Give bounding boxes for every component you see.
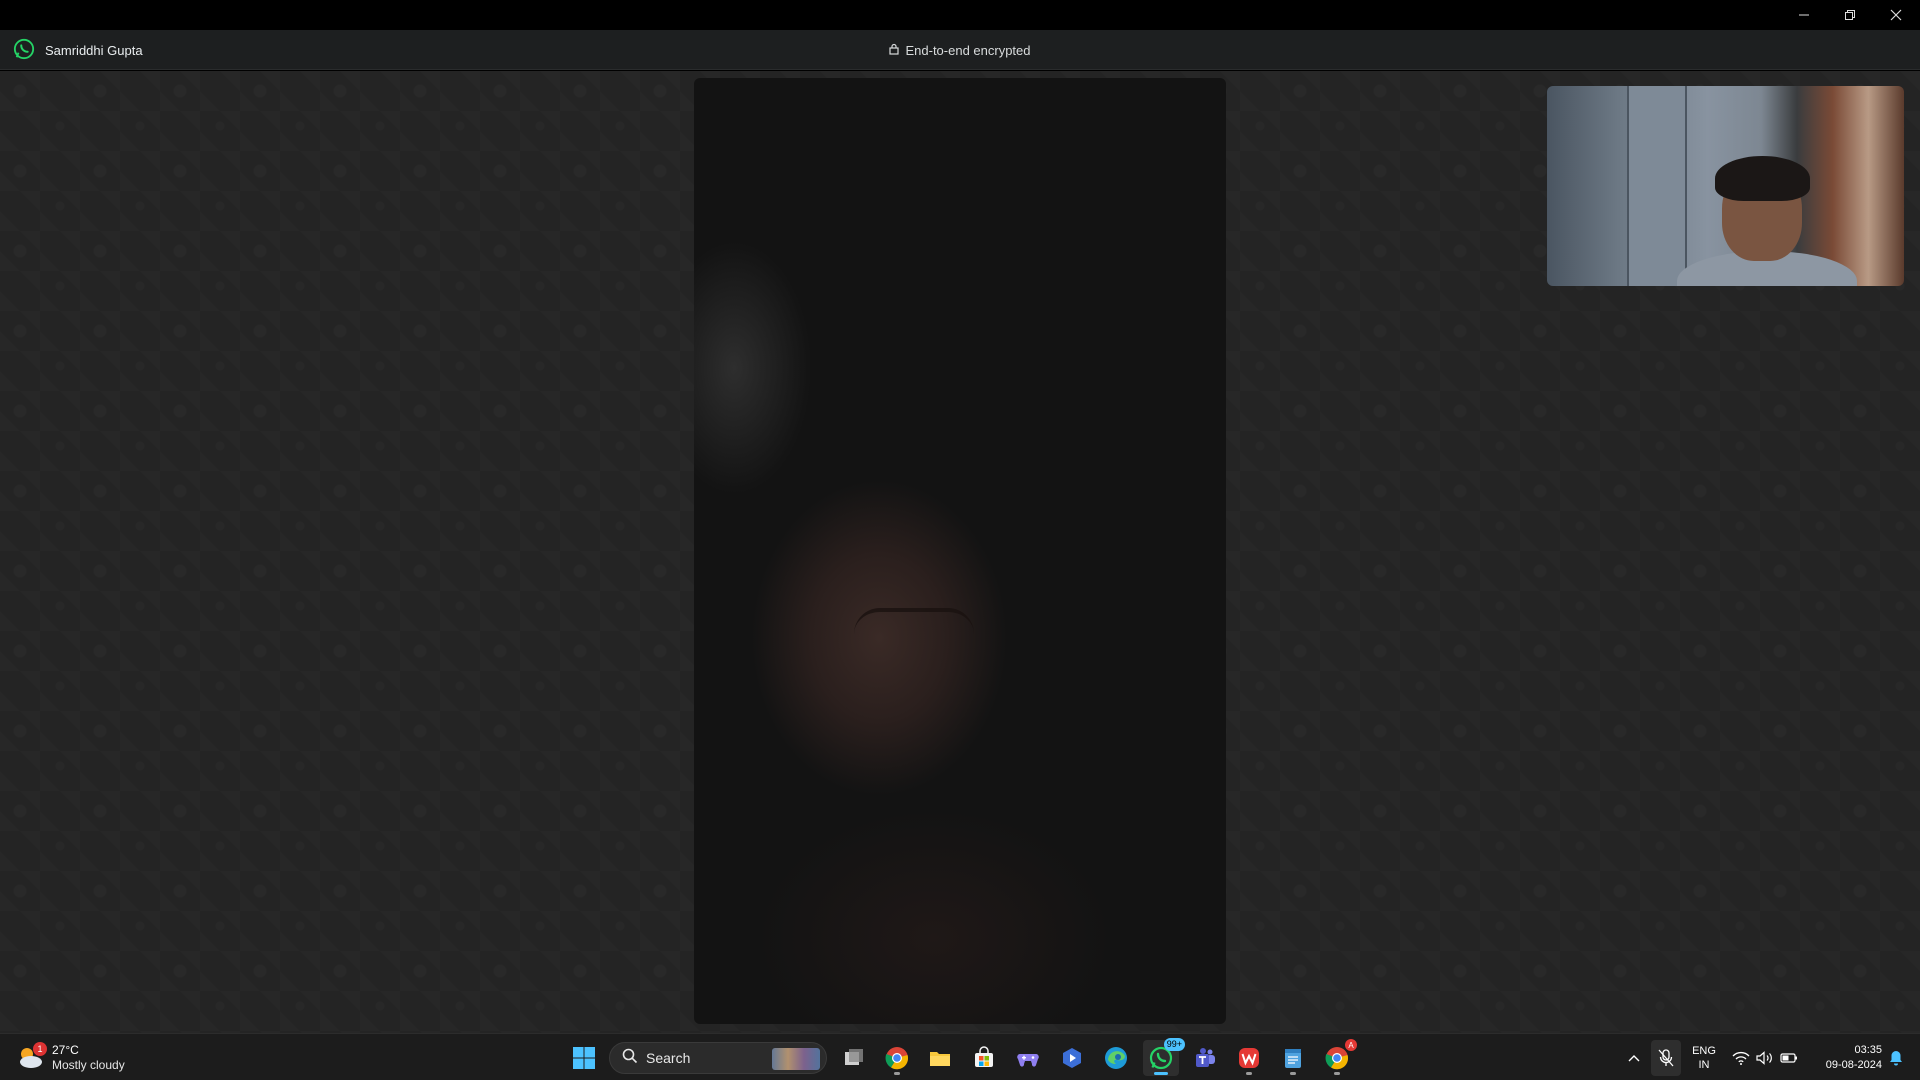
restore-icon[interactable] [1827, 0, 1873, 30]
window-titlebar [0, 0, 1920, 30]
weather-widget[interactable]: 1 27°C Mostly cloudy [16, 1040, 125, 1076]
clock-time: 03:35 [1854, 1043, 1882, 1056]
call-header: Samriddhi Gupta End-to-end encrypted [0, 30, 1920, 70]
clock[interactable]: 03:35 09-08-2024 [1806, 1034, 1882, 1080]
notification-bell-icon[interactable] [1884, 1034, 1908, 1080]
search-placeholder: Search [646, 1050, 691, 1066]
whatsapp-unread-badge: 99+ [1163, 1038, 1185, 1051]
language-region: IN [1698, 1058, 1710, 1071]
lock-icon [889, 43, 900, 58]
chrome-icon[interactable] [879, 1040, 915, 1076]
close-icon[interactable] [1873, 0, 1919, 30]
weather-cloud-icon: 1 [16, 1042, 47, 1072]
taskbar: 1 27°C Mostly cloudy Search 99+ A ENG IN… [0, 1033, 1920, 1080]
encryption-notice: End-to-end encrypted [0, 30, 1920, 70]
running-indicator [1246, 1072, 1252, 1075]
microphone-muted-icon[interactable] [1651, 1040, 1681, 1076]
search-highlight-image [772, 1048, 820, 1070]
volume-icon[interactable] [1754, 1034, 1776, 1080]
gamepad-icon[interactable] [1010, 1040, 1046, 1076]
windows-start-icon[interactable] [566, 1040, 602, 1076]
wifi-icon[interactable] [1730, 1034, 1752, 1080]
minimize-icon[interactable] [1781, 0, 1827, 30]
play-icon[interactable] [1054, 1040, 1090, 1076]
active-indicator [1154, 1072, 1168, 1075]
self-video-preview[interactable] [1547, 86, 1904, 286]
chrome-profile-icon[interactable]: A [1319, 1039, 1357, 1076]
wps-icon[interactable] [1231, 1040, 1267, 1076]
edge-icon[interactable] [1098, 1040, 1134, 1076]
profile-badge: A [1345, 1039, 1357, 1051]
remote-video [694, 78, 1226, 1024]
chevron-up-icon[interactable] [1622, 1034, 1646, 1080]
self-video-background [1627, 86, 1687, 286]
weather-badge: 1 [33, 1042, 47, 1056]
store-icon[interactable] [966, 1040, 1002, 1076]
remote-video-detail [854, 608, 974, 634]
battery-icon[interactable] [1778, 1034, 1800, 1080]
encryption-label: End-to-end encrypted [905, 42, 1031, 58]
running-indicator [894, 1072, 900, 1075]
clock-date: 09-08-2024 [1825, 1058, 1882, 1071]
teams-icon[interactable] [1187, 1040, 1223, 1076]
language-indicator[interactable]: ENG IN [1686, 1034, 1722, 1080]
search-icon [622, 1048, 638, 1069]
folder-icon[interactable] [922, 1040, 958, 1076]
weather-temperature: 27°C [52, 1043, 79, 1057]
whatsapp-taskbar-icon[interactable]: 99+ [1143, 1038, 1185, 1076]
running-indicator [1334, 1072, 1340, 1075]
weather-condition: Mostly cloudy [52, 1058, 125, 1072]
self-video-person-hair [1715, 156, 1810, 201]
taskbar-search[interactable]: Search [609, 1042, 827, 1074]
language-code: ENG [1692, 1044, 1716, 1057]
task-view-icon[interactable] [836, 1040, 872, 1076]
running-indicator [1290, 1072, 1296, 1075]
notepad-icon[interactable] [1275, 1040, 1311, 1076]
